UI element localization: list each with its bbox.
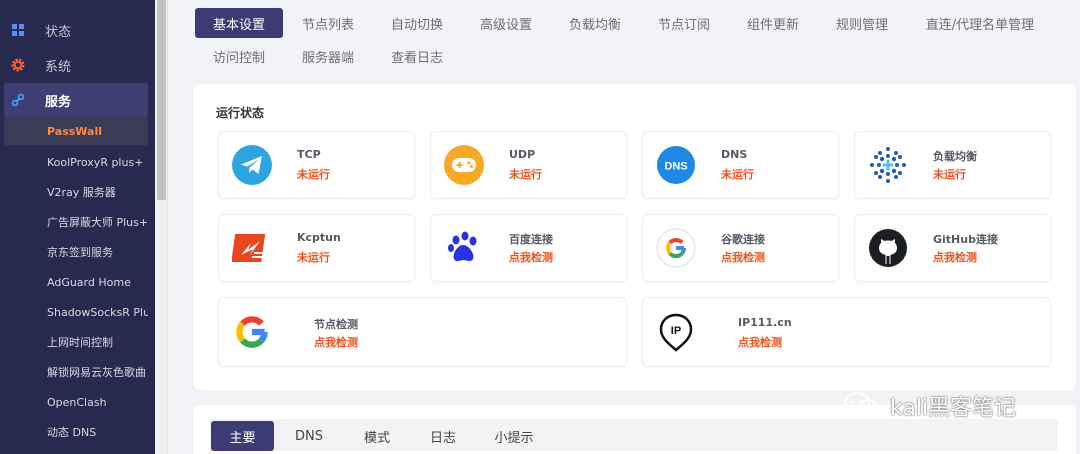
sidebar-sub-jd-signin[interactable]: 京东签到服务 xyxy=(4,238,148,266)
status-tile-ip111[interactable]: IP IP111.cn 点我检测 xyxy=(642,297,1051,367)
sidebar-sub-netease-unlock[interactable]: 解锁网易云灰色歌曲 xyxy=(4,358,148,386)
status-tile-kcptun: Kcptun 未运行 xyxy=(218,214,415,282)
sidebar-sub-time-control[interactable]: 上网时间控制 xyxy=(4,328,148,356)
sidebar-sub-adblock[interactable]: 广告屏蔽大师 Plus+ xyxy=(4,208,148,236)
status-tile-dns: DNS DNS 未运行 xyxy=(642,131,839,199)
tile-state: 未运行 xyxy=(509,168,542,181)
load-balance-icon xyxy=(867,144,909,186)
tab-node-list[interactable]: 节点列表 xyxy=(288,8,368,38)
tab-log[interactable]: 日志 xyxy=(418,421,468,451)
link-icon xyxy=(10,92,26,108)
tile-state[interactable]: 点我检测 xyxy=(738,334,782,350)
settings-tab-bar xyxy=(210,419,1058,451)
tab-mode[interactable]: 模式 xyxy=(352,421,402,451)
tile-state[interactable]: 点我检测 xyxy=(933,249,977,265)
tile-name: UDP xyxy=(509,148,536,161)
tab-auto-switch[interactable]: 自动切换 xyxy=(377,8,457,38)
tile-state: 未运行 xyxy=(933,168,966,181)
sidebar-sub-ssr-plus[interactable]: ShadowSocksR Plus+ xyxy=(4,298,148,326)
sidebar-item-system[interactable]: 系统 xyxy=(0,48,155,82)
tab-load-balance[interactable]: 负载均衡 xyxy=(555,8,635,38)
tile-name: 负载均衡 xyxy=(933,150,977,163)
ip-pin-icon: IP xyxy=(655,311,697,353)
tile-name: 节点检测 xyxy=(314,318,358,331)
status-tile-udp: UDP 未运行 xyxy=(430,131,627,199)
ip-icon-text: IP xyxy=(671,325,681,337)
tile-name: IP111.cn xyxy=(738,316,792,329)
tile-name: TCP xyxy=(297,148,321,161)
tab-node-subscribe[interactable]: 节点订阅 xyxy=(644,8,724,38)
tile-state: 未运行 xyxy=(297,168,330,181)
tab-dns[interactable]: DNS xyxy=(284,421,334,451)
status-tile-node-check[interactable]: 节点检测 点我检测 xyxy=(218,297,627,367)
tab-access-control[interactable]: 访问控制 xyxy=(199,41,279,71)
gear-icon xyxy=(10,57,26,73)
watermark-text: kali黑客笔记 xyxy=(890,396,1017,421)
wechat-icon xyxy=(844,392,879,419)
status-tile-google[interactable]: 谷歌连接 点我检测 xyxy=(642,214,839,282)
tab-rule-manage[interactable]: 规则管理 xyxy=(822,8,902,38)
tile-name: GitHub连接 xyxy=(933,233,998,246)
sidebar-sub-ddns[interactable]: 动态 DNS xyxy=(4,418,148,446)
tile-name: DNS xyxy=(721,148,748,161)
sidebar-sub-passwall[interactable]: PassWall xyxy=(4,117,148,145)
sidebar-item-status[interactable]: 状态 xyxy=(0,13,155,47)
watermark: kali黑客笔记 xyxy=(842,390,1016,422)
sidebar-scrollbar[interactable] xyxy=(155,0,168,454)
sidebar-sub-adguard[interactable]: AdGuard Home xyxy=(4,268,148,296)
tile-name: 谷歌连接 xyxy=(721,233,765,246)
kcptun-icon xyxy=(231,227,273,269)
section-title: 运行状态 xyxy=(216,106,265,120)
tile-state[interactable]: 点我检测 xyxy=(721,249,765,265)
sidebar-item-label: 系统 xyxy=(45,59,72,75)
sidebar-item-label: 状态 xyxy=(45,24,72,40)
sidebar: 状态 系统 服务 PassWall KoolProxyR plus+ V2ray… xyxy=(0,0,155,454)
tab-tips[interactable]: 小提示 xyxy=(484,421,544,451)
tab-server-side[interactable]: 服务器端 xyxy=(288,41,368,71)
status-tile-github[interactable]: GitHub连接 点我检测 xyxy=(854,214,1051,282)
tile-state[interactable]: 点我检测 xyxy=(314,334,358,350)
tab-main[interactable]: 主要 xyxy=(211,421,274,451)
tab-view-log[interactable]: 查看日志 xyxy=(377,41,457,71)
sidebar-sub-koolproxyr[interactable]: KoolProxyR plus+ xyxy=(4,148,148,176)
tile-state[interactable]: 点我检测 xyxy=(509,249,553,265)
tab-basic-settings[interactable]: 基本设置 xyxy=(195,8,283,38)
status-tile-baidu[interactable]: 百度连接 点我检测 xyxy=(430,214,627,282)
tile-state: 未运行 xyxy=(297,251,330,264)
tile-state: 未运行 xyxy=(721,168,754,181)
gamepad-icon xyxy=(443,144,485,186)
tab-direct-proxy-list[interactable]: 直连/代理名单管理 xyxy=(915,8,1045,38)
tile-name: Kcptun xyxy=(297,231,341,244)
dns-icon: DNS xyxy=(655,144,697,186)
tab-component-update[interactable]: 组件更新 xyxy=(733,8,813,38)
google-icon xyxy=(655,227,697,269)
dashboard-icon xyxy=(10,22,26,38)
status-tile-load-balance: 负载均衡 未运行 xyxy=(854,131,1051,199)
baidu-paw-icon xyxy=(443,227,485,269)
sidebar-item-label: 服务 xyxy=(45,94,72,110)
tile-name: 百度连接 xyxy=(509,233,553,246)
sidebar-sub-openclash[interactable]: OpenClash xyxy=(4,388,148,416)
sidebar-item-services[interactable]: 服务 xyxy=(4,83,148,117)
telegram-icon xyxy=(231,144,273,186)
status-tile-tcp: TCP 未运行 xyxy=(218,131,415,199)
sidebar-sub-v2ray[interactable]: V2ray 服务器 xyxy=(4,178,148,206)
dns-icon-text: DNS xyxy=(664,161,687,173)
scrollbar-thumb[interactable] xyxy=(157,0,166,200)
github-icon xyxy=(867,227,909,269)
tab-advanced-settings[interactable]: 高级设置 xyxy=(466,8,546,38)
google-icon xyxy=(231,311,273,353)
